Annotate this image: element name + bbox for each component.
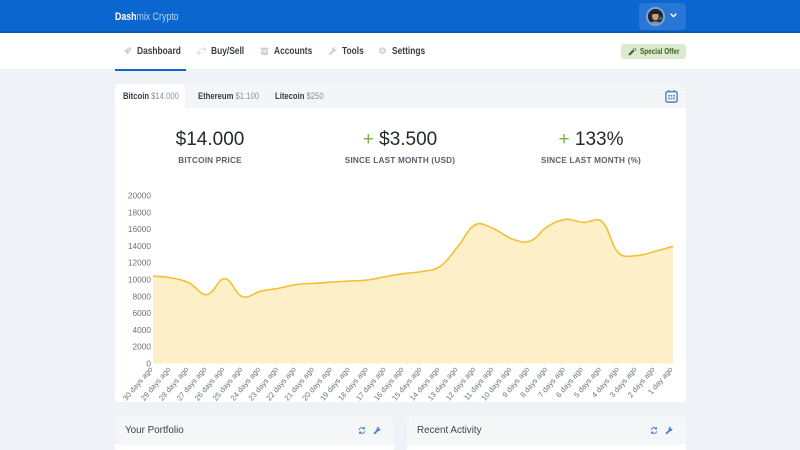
svg-text:16000: 16000: [128, 224, 151, 234]
svg-text:4000: 4000: [133, 325, 152, 335]
svg-text:14000: 14000: [128, 241, 151, 251]
svg-text:20000: 20000: [128, 191, 151, 201]
svg-text:12000: 12000: [128, 258, 151, 268]
svg-text:8000: 8000: [133, 291, 152, 301]
svg-text:10000: 10000: [128, 275, 151, 285]
svg-text:18000: 18000: [128, 207, 151, 217]
svg-text:2000: 2000: [133, 342, 152, 352]
svg-text:6000: 6000: [133, 308, 152, 318]
